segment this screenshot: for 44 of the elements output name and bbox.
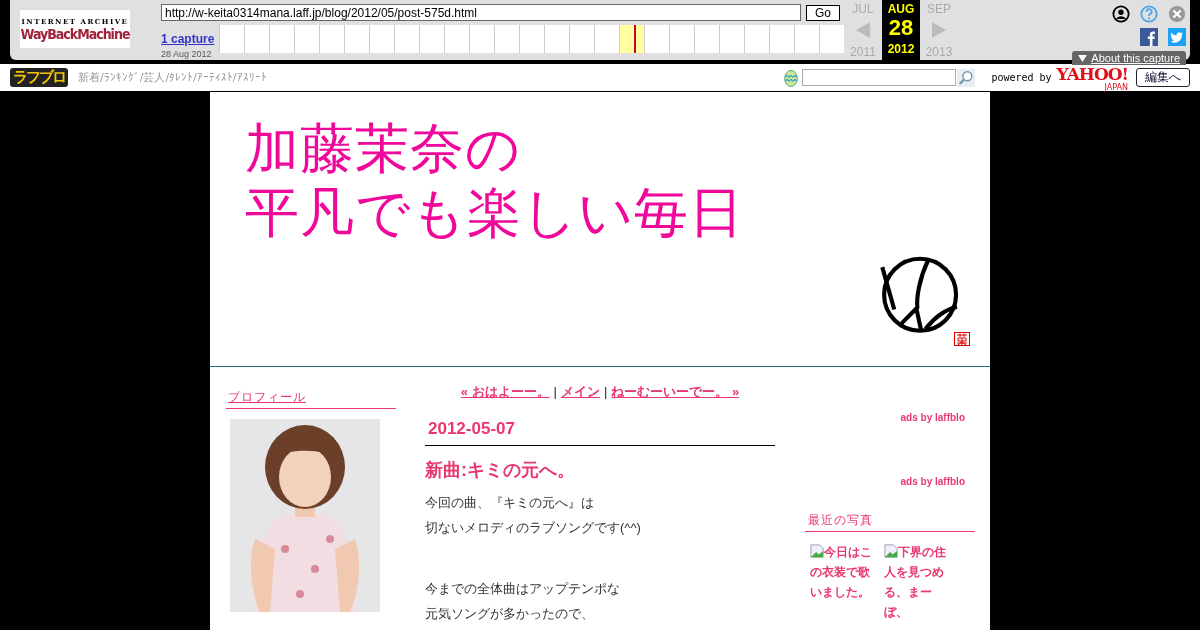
- post-text: 今回の曲、『キミの元へ』は: [425, 494, 595, 512]
- post-date: 2012-05-07: [425, 419, 775, 446]
- broken-image-icon: [884, 544, 898, 558]
- facebook-icon[interactable]: [1140, 28, 1158, 46]
- captures-link[interactable]: 1 capture: [161, 32, 219, 46]
- caret-icon: [1078, 54, 1088, 62]
- about-capture-button[interactable]: About this capture: [1072, 51, 1186, 65]
- post-nav-link[interactable]: « おはよーー。: [460, 384, 550, 399]
- ads-label[interactable]: ads by laffblo: [805, 412, 975, 423]
- broken-image-icon: [810, 544, 824, 558]
- separator: |: [553, 384, 557, 399]
- photo-link[interactable]: 下界の住人を見つめる、まーぼ、: [884, 542, 952, 622]
- yahoo-logo[interactable]: YAHOO! JAPAN: [1056, 63, 1128, 92]
- twitter-icon[interactable]: [1168, 28, 1186, 46]
- go-button[interactable]: Go: [806, 4, 840, 21]
- next-arrow-icon[interactable]: [932, 22, 946, 38]
- close-icon[interactable]: [1168, 5, 1186, 23]
- profile-heading: プロフィール: [226, 389, 396, 409]
- blog-title[interactable]: 加藤茉奈の 平凡でも楽しい毎日: [245, 117, 744, 245]
- post-text: 切ないメロディのラブソングです(^^): [425, 519, 642, 537]
- post-text: 元気ソングが多かったので、: [425, 605, 595, 623]
- search-icon[interactable]: [957, 68, 976, 87]
- help-icon[interactable]: [1140, 5, 1158, 23]
- post-text: 今までの全体曲はアップテンポな: [425, 580, 621, 598]
- post-nav-link[interactable]: ねーむーいーでー。 »: [611, 384, 740, 399]
- search-field[interactable]: [802, 69, 957, 86]
- post-title[interactable]: 新曲:キミの元へ。: [425, 458, 775, 482]
- edit-button[interactable]: 編集へ: [1136, 68, 1190, 87]
- powered-by-label: powered by: [991, 72, 1052, 83]
- seal-icon: [954, 332, 970, 346]
- laffblo-logo[interactable]: ラフブロ: [10, 68, 68, 87]
- separator: |: [604, 384, 608, 399]
- photo-link[interactable]: 今日はこの衣装で歌いました。: [810, 542, 878, 622]
- ads-label[interactable]: ads by laffblo: [805, 476, 975, 487]
- user-icon[interactable]: [1112, 5, 1130, 23]
- post-nav-link[interactable]: メイン: [561, 384, 600, 399]
- recent-photos-heading: 最近の写真: [805, 512, 975, 532]
- url-field[interactable]: http://w-keita0314mana.laff.jp/blog/2012/05/post-575d.html: [161, 4, 801, 21]
- category-links[interactable]: 新着/ﾗﾝｷﾝｸﾞ/芸人/ﾀﾚﾝﾄ/ｱｰﾃｨｽﾄ/ｱｽﾘｰﾄ: [78, 70, 267, 85]
- capture-date: 28 Aug 2012: [161, 49, 213, 59]
- previous-arrow-icon[interactable]: [856, 22, 870, 38]
- egg-icon: [784, 68, 799, 87]
- calendar-month[interactable]: AUG 28 2012: [882, 0, 920, 60]
- timeline-month[interactable]: [619, 25, 644, 53]
